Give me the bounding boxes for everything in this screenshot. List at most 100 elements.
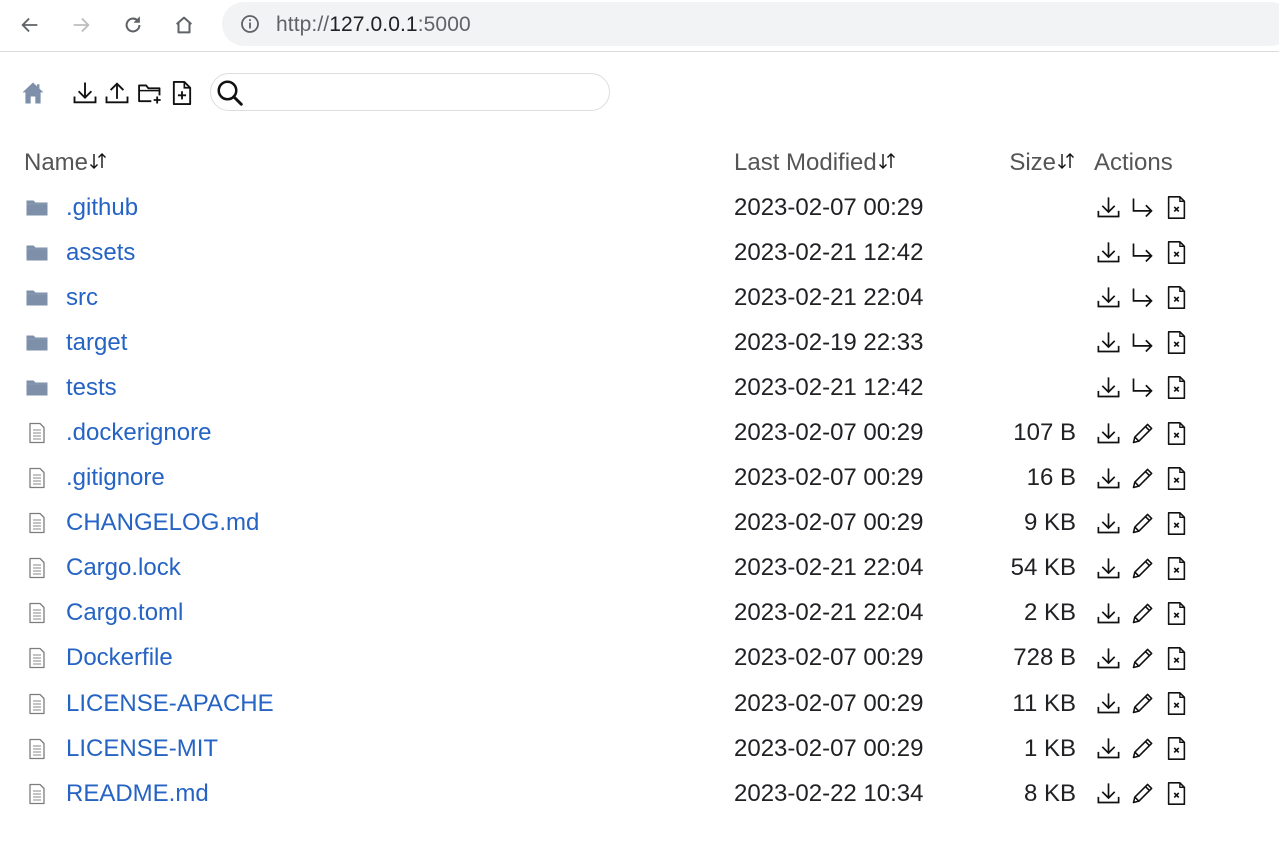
edit-icon[interactable]: [1128, 554, 1156, 582]
delete-icon[interactable]: [1162, 599, 1190, 627]
browser-home-button[interactable]: [166, 8, 202, 42]
file-link[interactable]: Cargo.toml: [66, 599, 183, 627]
actions-cell: [1086, 726, 1226, 771]
delete-icon[interactable]: [1162, 419, 1190, 447]
edit-icon[interactable]: [1128, 599, 1156, 627]
delete-icon[interactable]: [1162, 509, 1190, 537]
delete-icon[interactable]: [1162, 690, 1190, 718]
file-icon: [24, 691, 50, 717]
info-icon[interactable]: [240, 14, 260, 34]
back-button[interactable]: [12, 8, 48, 42]
move-icon[interactable]: [1128, 194, 1156, 222]
header-name[interactable]: Name: [16, 140, 726, 185]
reload-button[interactable]: [115, 8, 151, 42]
table-row: LICENSE-MIT 2023-02-07 00:29 1 KB: [16, 726, 1226, 771]
download-icon[interactable]: [1094, 644, 1122, 672]
download-icon[interactable]: [1094, 374, 1122, 402]
size-cell: 1 KB: [1023, 734, 1076, 762]
root-home-button[interactable]: [18, 78, 48, 108]
download-button[interactable]: [70, 78, 100, 108]
size-cell: 8 KB: [1023, 779, 1076, 807]
delete-icon[interactable]: [1162, 554, 1190, 582]
sort-icon[interactable]: [877, 151, 897, 171]
table-row: Cargo.toml 2023-02-21 22:04 2 KB: [16, 591, 1226, 636]
name-cell: .github: [16, 185, 726, 230]
download-icon[interactable]: [1094, 284, 1122, 312]
delete-icon[interactable]: [1162, 735, 1190, 763]
reload-icon: [125, 16, 141, 33]
home-icon: [22, 82, 44, 104]
delete-icon[interactable]: [1162, 329, 1190, 357]
edit-icon[interactable]: [1128, 509, 1156, 537]
move-icon[interactable]: [1128, 329, 1156, 357]
actions-cell: [1086, 681, 1226, 726]
download-icon[interactable]: [1094, 599, 1122, 627]
name-cell: target: [16, 320, 726, 365]
folder-link[interactable]: tests: [66, 374, 117, 402]
actions-cell: [1086, 320, 1226, 365]
delete-icon[interactable]: [1162, 284, 1190, 312]
delete-icon[interactable]: [1162, 644, 1190, 672]
forward-button[interactable]: [63, 8, 99, 42]
folder-icon: [24, 375, 50, 401]
download-icon[interactable]: [1094, 419, 1122, 447]
url-text[interactable]: http://127.0.0.1:5000: [276, 13, 471, 37]
name-cell: Cargo.toml: [16, 591, 726, 636]
delete-icon[interactable]: [1162, 780, 1190, 808]
download-icon[interactable]: [1094, 780, 1122, 808]
move-icon[interactable]: [1128, 284, 1156, 312]
folder-link[interactable]: target: [66, 329, 127, 357]
file-icon: [24, 555, 50, 581]
upload-button[interactable]: [102, 78, 132, 108]
file-icon: [24, 736, 50, 762]
folder-link[interactable]: src: [66, 284, 98, 312]
sort-icon[interactable]: [88, 151, 108, 171]
file-link[interactable]: CHANGELOG.md: [66, 509, 259, 537]
download-icon[interactable]: [1094, 690, 1122, 718]
file-link[interactable]: LICENSE-APACHE: [66, 690, 274, 718]
edit-icon[interactable]: [1128, 464, 1156, 492]
download-icon[interactable]: [1094, 509, 1122, 537]
edit-icon[interactable]: [1128, 780, 1156, 808]
file-link[interactable]: Cargo.lock: [66, 554, 181, 582]
file-link[interactable]: .dockerignore: [66, 419, 211, 447]
search-input[interactable]: [251, 78, 601, 106]
download-icon[interactable]: [1094, 329, 1122, 357]
modified-cell: 2023-02-21 22:04: [734, 283, 924, 311]
download-icon[interactable]: [1094, 735, 1122, 763]
actions-cell: [1086, 185, 1226, 230]
delete-icon[interactable]: [1162, 374, 1190, 402]
search-box: [210, 73, 610, 111]
file-link[interactable]: README.md: [66, 780, 209, 808]
file-link[interactable]: .gitignore: [66, 464, 165, 492]
folder-icon: [24, 240, 50, 266]
edit-icon[interactable]: [1128, 644, 1156, 672]
url-port: :5000: [417, 13, 471, 36]
sort-icon[interactable]: [1056, 151, 1076, 171]
new-file-button[interactable]: [167, 78, 197, 108]
download-icon[interactable]: [1094, 554, 1122, 582]
download-icon[interactable]: [1094, 239, 1122, 267]
download-icon[interactable]: [1094, 464, 1122, 492]
move-icon[interactable]: [1128, 239, 1156, 267]
edit-icon[interactable]: [1128, 735, 1156, 763]
size-cell: 9 KB: [1023, 509, 1076, 537]
file-link[interactable]: Dockerfile: [66, 644, 173, 672]
new-folder-button[interactable]: [134, 78, 164, 108]
move-icon[interactable]: [1128, 374, 1156, 402]
file-link[interactable]: LICENSE-MIT: [66, 735, 218, 763]
address-bar[interactable]: http://127.0.0.1:5000: [222, 2, 1279, 46]
delete-icon[interactable]: [1162, 464, 1190, 492]
edit-icon[interactable]: [1128, 690, 1156, 718]
header-last-modified[interactable]: Last Modified: [726, 140, 984, 185]
edit-icon[interactable]: [1128, 419, 1156, 447]
delete-icon[interactable]: [1162, 194, 1190, 222]
search-icon[interactable]: [215, 78, 245, 108]
actions-cell: [1086, 771, 1226, 816]
download-icon[interactable]: [1094, 194, 1122, 222]
header-size[interactable]: Size: [984, 140, 1086, 185]
delete-icon[interactable]: [1162, 239, 1190, 267]
folder-link[interactable]: .github: [66, 194, 138, 222]
folder-link[interactable]: assets: [66, 239, 135, 267]
modified-cell: 2023-02-22 10:34: [734, 779, 924, 807]
